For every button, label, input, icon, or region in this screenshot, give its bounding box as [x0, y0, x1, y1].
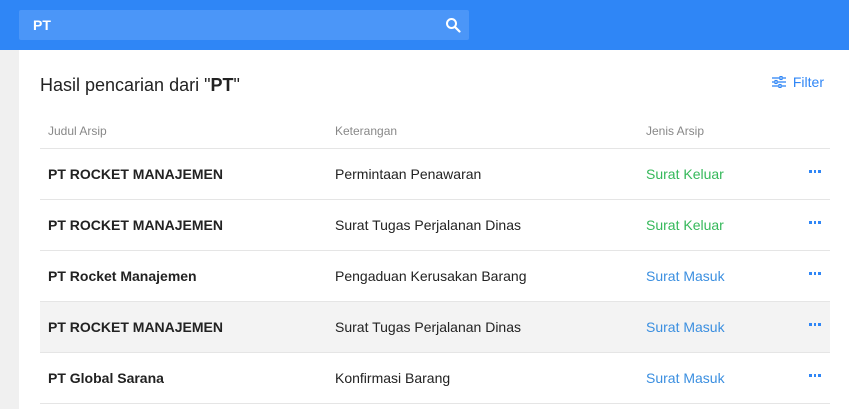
- judul-cell: PT ROCKET MANAJEMEN: [48, 217, 224, 233]
- filter-label: Filter: [792, 74, 824, 90]
- top-bar: [0, 0, 849, 50]
- column-header-judul: Judul Arsip: [48, 124, 107, 138]
- results-table: Judul Arsip Keterangan Jenis Arsip PT RO…: [40, 110, 830, 404]
- jenis-cell: Surat Keluar: [646, 217, 724, 233]
- more-icon[interactable]: [809, 170, 822, 176]
- judul-cell: PT Rocket Manajemen: [48, 268, 197, 284]
- keterangan-cell: Permintaan Penawaran: [335, 166, 482, 182]
- more-icon[interactable]: [809, 272, 822, 278]
- filter-button[interactable]: Filter: [771, 72, 824, 92]
- table-row[interactable]: PT ROCKET MANAJEMEN Surat Tugas Perjalan…: [40, 200, 830, 251]
- more-icon[interactable]: [809, 374, 822, 380]
- table-header: Judul Arsip Keterangan Jenis Arsip: [40, 110, 830, 149]
- keterangan-cell: Pengaduan Kerusakan Barang: [335, 268, 527, 284]
- title-prefix: Hasil pencarian dari ": [40, 75, 211, 95]
- keterangan-cell: Surat Tugas Perjalanan Dinas: [335, 319, 521, 335]
- results-panel: Hasil pencarian dari "PT" Filter Judul A…: [19, 50, 849, 409]
- keterangan-cell: Surat Tugas Perjalanan Dinas: [335, 217, 521, 233]
- judul-cell: PT Global Sarana: [48, 370, 164, 386]
- jenis-cell: Surat Masuk: [646, 370, 725, 386]
- search-box[interactable]: [19, 10, 469, 40]
- table-row[interactable]: PT ROCKET MANAJEMEN Surat Tugas Perjalan…: [40, 302, 830, 353]
- jenis-cell: Surat Keluar: [646, 166, 724, 182]
- filter-icon: [771, 76, 786, 88]
- jenis-cell: Surat Masuk: [646, 319, 725, 335]
- search-input[interactable]: [33, 10, 433, 40]
- judul-cell: PT ROCKET MANAJEMEN: [48, 166, 224, 182]
- page-title: Hasil pencarian dari "PT": [40, 75, 240, 96]
- column-header-jenis: Jenis Arsip: [646, 124, 705, 138]
- table-row[interactable]: PT Global Sarana Konfirmasi Barang Surat…: [40, 353, 830, 404]
- table-row[interactable]: PT ROCKET MANAJEMEN Permintaan Penawaran…: [40, 149, 830, 200]
- jenis-cell: Surat Masuk: [646, 268, 725, 284]
- title-suffix: ": [233, 75, 240, 95]
- search-icon[interactable]: [445, 17, 461, 33]
- column-header-keterangan: Keterangan: [335, 124, 398, 138]
- keterangan-cell: Konfirmasi Barang: [335, 370, 451, 386]
- search-query: PT: [210, 75, 234, 95]
- table-row[interactable]: PT Rocket Manajemen Pengaduan Kerusakan …: [40, 251, 830, 302]
- judul-cell: PT ROCKET MANAJEMEN: [48, 319, 224, 335]
- more-icon[interactable]: [809, 221, 822, 227]
- more-icon[interactable]: [809, 323, 822, 329]
